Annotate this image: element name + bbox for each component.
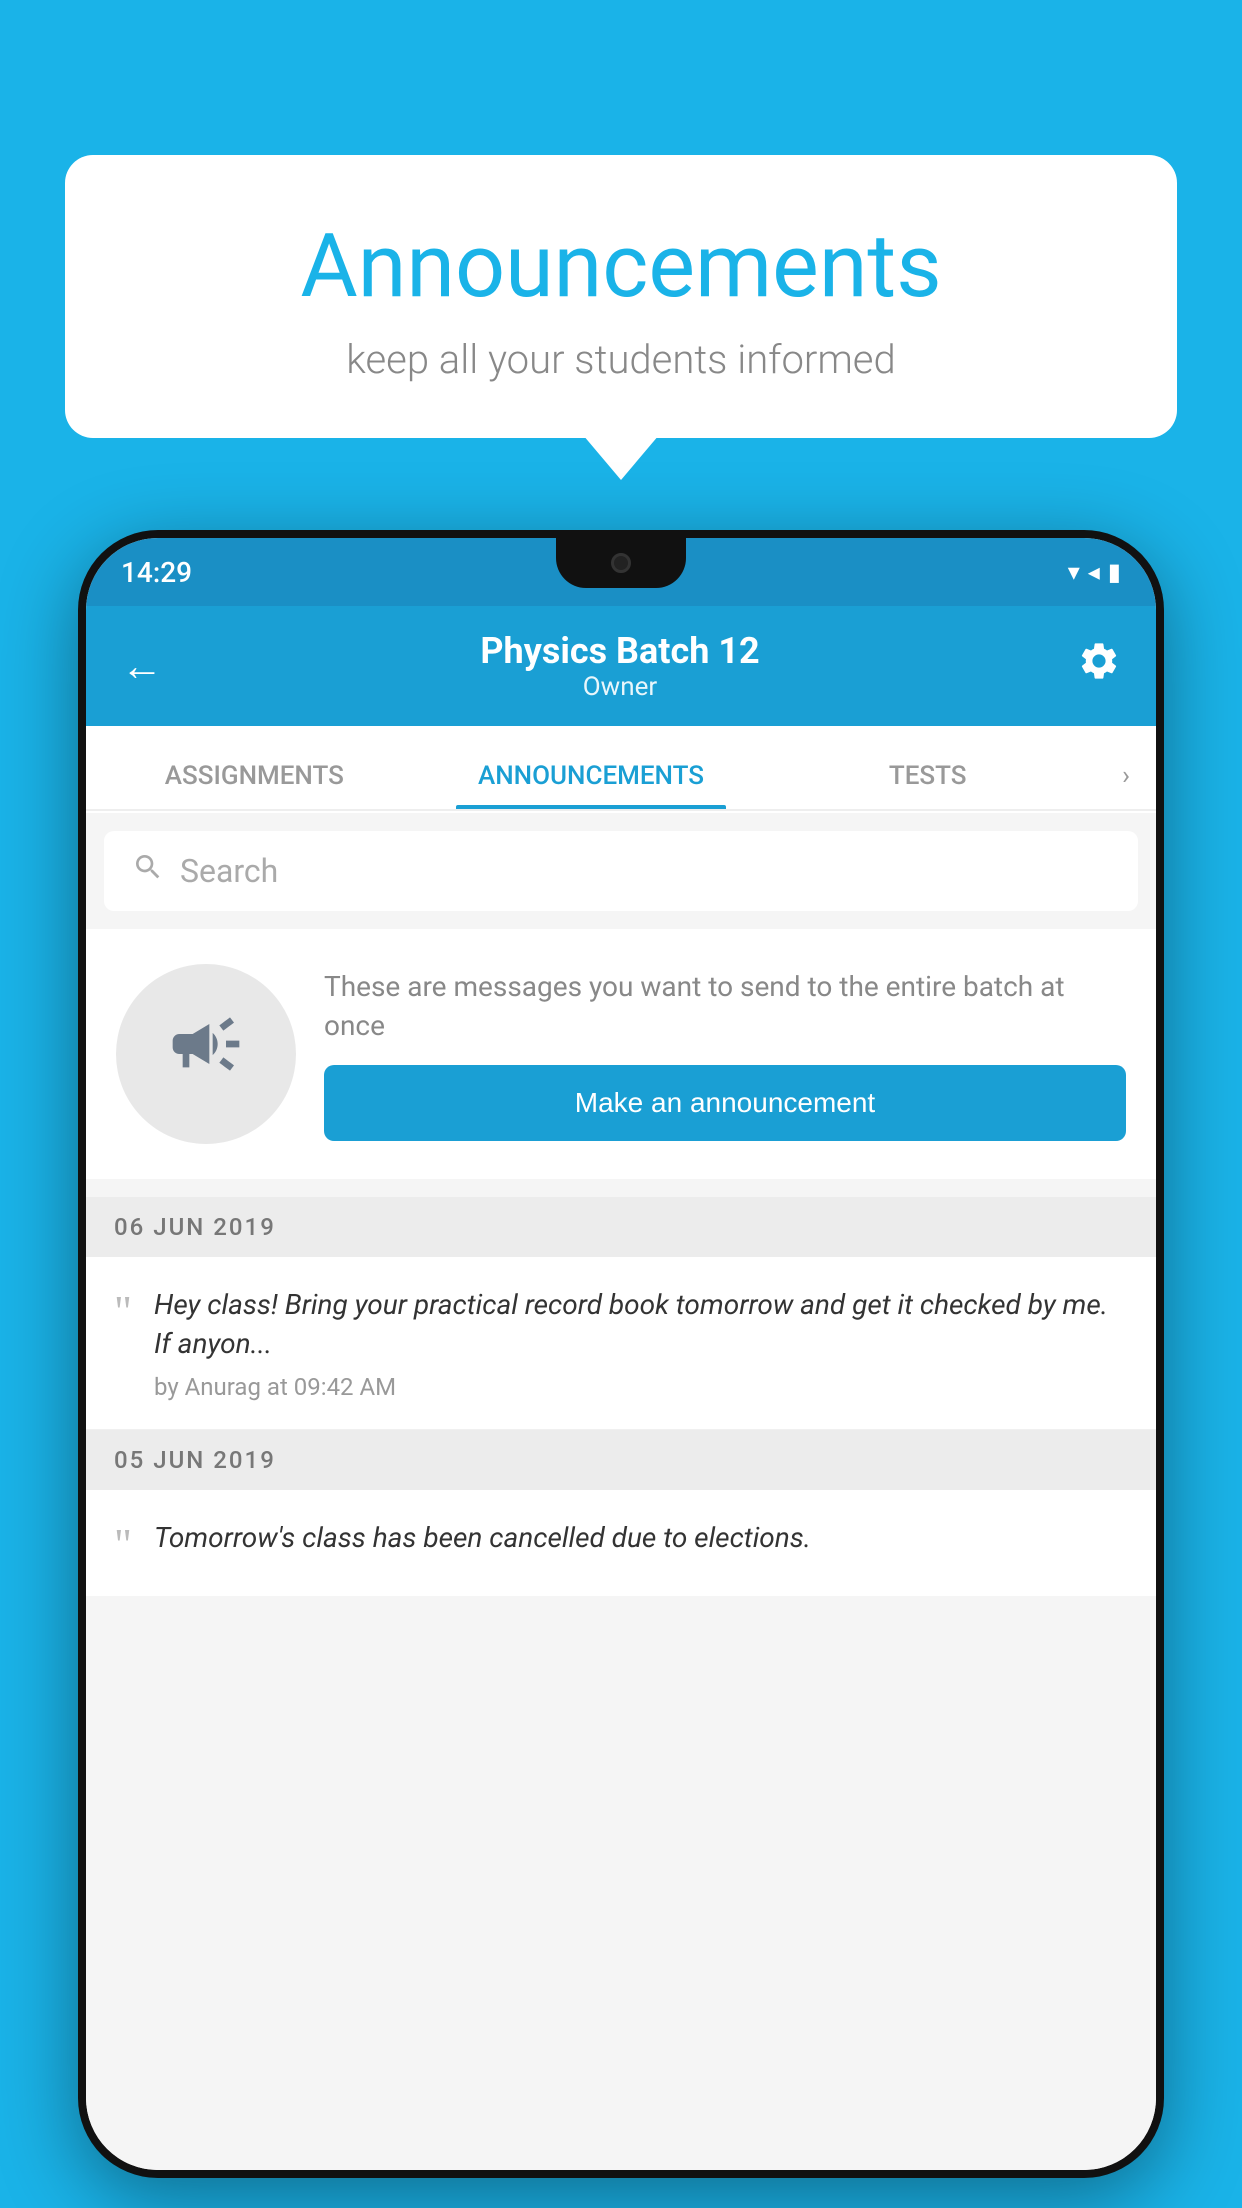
empty-state-description: These are messages you want to send to t…	[324, 967, 1126, 1045]
search-icon	[132, 850, 164, 892]
app-bar: ← Physics Batch 12 Owner	[86, 606, 1156, 726]
phone-inner: 14:29 ▾ ◂ ▮ ← Physics Batch 12 Owner	[86, 538, 1156, 2170]
status-time: 14:29	[121, 556, 192, 589]
search-placeholder: Search	[180, 852, 278, 890]
app-bar-title-area: Physics Batch 12 Owner	[480, 630, 759, 702]
quote-icon-2: "	[114, 1523, 132, 1567]
bubble-title: Announcements	[145, 215, 1097, 318]
speech-bubble: Announcements keep all your students inf…	[65, 155, 1177, 438]
megaphone-icon	[166, 1004, 246, 1104]
tab-announcements[interactable]: ANNOUNCEMENTS	[423, 761, 760, 809]
date-separator-2: 05 JUN 2019	[86, 1430, 1156, 1490]
app-bar-title: Physics Batch 12	[480, 630, 759, 672]
speech-bubble-container: Announcements keep all your students inf…	[65, 155, 1177, 438]
phone-container: 14:29 ▾ ◂ ▮ ← Physics Batch 12 Owner	[78, 530, 1164, 2178]
empty-state-right: These are messages you want to send to t…	[324, 967, 1126, 1141]
status-icons: ▾ ◂ ▮	[1068, 558, 1121, 586]
date-separator-1: 06 JUN 2019	[86, 1197, 1156, 1257]
announcement-item-2[interactable]: " Tomorrow's class has been cancelled du…	[86, 1490, 1156, 1595]
signal-icon: ◂	[1088, 558, 1100, 586]
tab-assignments[interactable]: ASSIGNMENTS	[86, 761, 423, 809]
announcement-content-1: Hey class! Bring your practical record b…	[154, 1285, 1128, 1401]
date-2: 05 JUN 2019	[114, 1446, 276, 1474]
tabs: ASSIGNMENTS ANNOUNCEMENTS TESTS ›	[86, 726, 1156, 811]
search-bar[interactable]: Search	[104, 831, 1138, 911]
content-area: Search These are messages you want to se…	[86, 813, 1156, 2170]
empty-state: These are messages you want to send to t…	[86, 929, 1156, 1179]
announcement-author-1: by Anurag at 09:42 AM	[154, 1373, 1128, 1401]
announcement-item-1[interactable]: " Hey class! Bring your practical record…	[86, 1257, 1156, 1430]
tab-more[interactable]: ›	[1096, 761, 1156, 809]
tab-tests[interactable]: TESTS	[759, 761, 1096, 809]
announcement-content-2: Tomorrow's class has been cancelled due …	[154, 1518, 1128, 1567]
phone: 14:29 ▾ ◂ ▮ ← Physics Batch 12 Owner	[78, 530, 1164, 2178]
battery-icon: ▮	[1108, 558, 1121, 586]
announcement-text-1: Hey class! Bring your practical record b…	[154, 1285, 1128, 1363]
settings-button[interactable]	[1077, 639, 1121, 693]
announcement-text-2: Tomorrow's class has been cancelled due …	[154, 1518, 1128, 1557]
back-button[interactable]: ←	[121, 642, 163, 691]
notch	[556, 538, 686, 588]
camera	[611, 553, 631, 573]
megaphone-circle	[116, 964, 296, 1144]
make-announcement-button[interactable]: Make an announcement	[324, 1065, 1126, 1141]
quote-icon-1: "	[114, 1290, 132, 1334]
bubble-subtitle: keep all your students informed	[145, 336, 1097, 383]
app-bar-subtitle: Owner	[480, 672, 759, 702]
wifi-icon: ▾	[1068, 558, 1080, 586]
date-1: 06 JUN 2019	[114, 1213, 276, 1241]
